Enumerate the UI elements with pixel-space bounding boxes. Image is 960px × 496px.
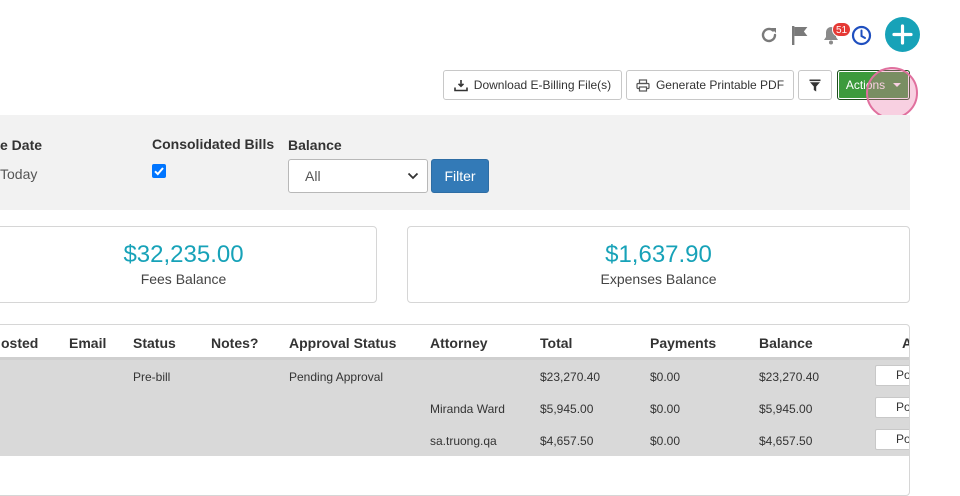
consolidated-bills-checkbox[interactable]	[152, 164, 166, 178]
col-header-balance[interactable]: Balance	[759, 335, 813, 351]
cell-balance: $23,270.40	[759, 370, 820, 384]
fees-balance-label: Fees Balance	[140, 271, 227, 287]
balance-select-value: All	[305, 168, 321, 184]
table-row[interactable]: Miranda Ward $5,945.00 $0.00 $5,945.00 P…	[0, 392, 909, 424]
cell-attorney: Miranda Ward	[430, 402, 505, 416]
row-action-button[interactable]: Po	[875, 397, 909, 418]
cell-total: $4,657.50	[540, 434, 594, 448]
col-header-notes[interactable]: Notes?	[211, 335, 258, 351]
printer-icon	[636, 78, 650, 92]
click-highlight	[866, 67, 918, 119]
expenses-balance-amount: $1,637.90	[605, 241, 712, 268]
filter-submit-button[interactable]: Filter	[431, 159, 489, 193]
download-ebilling-button[interactable]: Download E-Billing File(s)	[443, 70, 622, 100]
plus-icon	[892, 24, 913, 45]
fees-balance-amount: $32,235.00	[123, 241, 244, 268]
cell-status: Pre-bill	[133, 370, 171, 384]
refresh-icon[interactable]	[758, 24, 780, 46]
cell-payments: $0.00	[650, 402, 681, 416]
table-row[interactable]: sa.truong.qa $4,657.50 $0.00 $4,657.50 P…	[0, 424, 909, 456]
billing-page: 51 Download E-Billing File(s) Generate P…	[0, 0, 960, 496]
col-header-attorney[interactable]: Attorney	[430, 335, 488, 351]
notification-badge: 51	[832, 22, 852, 37]
col-header-actions: A	[902, 335, 909, 351]
cell-attorney: sa.truong.qa	[430, 434, 497, 448]
col-header-status[interactable]: Status	[133, 335, 176, 351]
cell-balance: $5,945.00	[759, 402, 813, 416]
fees-balance-card: $32,235.00 Fees Balance	[0, 226, 377, 303]
cell-payments: $0.00	[650, 370, 681, 384]
cell-approval-status: Pending Approval	[289, 370, 384, 384]
col-header-email[interactable]: Email	[69, 335, 106, 351]
cell-payments: $0.00	[650, 434, 681, 448]
add-new-button[interactable]	[885, 17, 920, 52]
col-header-payments[interactable]: Payments	[650, 335, 716, 351]
date-filter-value[interactable]: Today	[0, 166, 37, 182]
expenses-balance-label: Expenses Balance	[600, 271, 717, 287]
balance-select[interactable]: All	[288, 159, 428, 193]
chevron-down-icon	[407, 172, 419, 180]
row-action-button[interactable]: Po	[875, 365, 909, 386]
generate-pdf-button[interactable]: Generate Printable PDF	[626, 70, 794, 100]
clock-icon[interactable]	[851, 25, 872, 46]
table-row[interactable]: Pre-bill Pending Approval $23,270.40 $0.…	[0, 360, 909, 392]
balance-filter-label: Balance	[288, 137, 342, 153]
check-icon	[154, 167, 164, 176]
row-action-button[interactable]: Po	[875, 429, 909, 450]
flag-icon[interactable]	[789, 24, 811, 46]
col-header-total[interactable]: Total	[540, 335, 572, 351]
expenses-balance-card: $1,637.90 Expenses Balance	[407, 226, 910, 303]
col-header-posted[interactable]: osted	[1, 335, 38, 351]
download-ebilling-label: Download E-Billing File(s)	[473, 78, 612, 92]
date-filter-label: e Date	[0, 137, 43, 153]
cell-total: $5,945.00	[540, 402, 594, 416]
generate-pdf-label: Generate Printable PDF	[655, 78, 785, 92]
col-header-approval-status[interactable]: Approval Status	[289, 335, 396, 351]
cell-total: $23,270.40	[540, 370, 601, 384]
cell-balance: $4,657.50	[759, 434, 813, 448]
filter-icon	[809, 79, 821, 91]
bills-table: osted Email Status Notes? Approval Statu…	[0, 324, 910, 496]
consolidated-bills-label: Consolidated Bills	[152, 136, 275, 152]
filter-toggle-button[interactable]	[798, 70, 832, 100]
download-icon	[453, 79, 468, 91]
